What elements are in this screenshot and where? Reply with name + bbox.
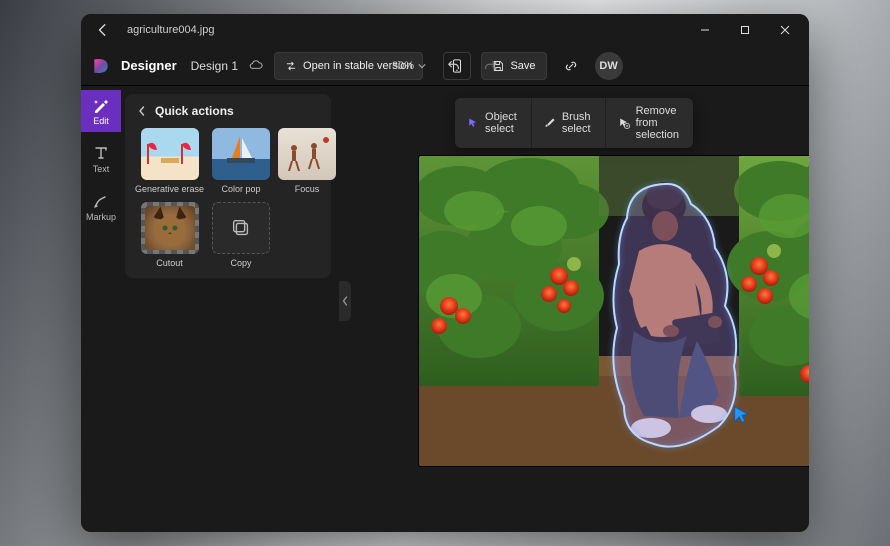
quick-actions-card: Quick actions Generative erase Color pop [125, 94, 331, 278]
swap-icon [285, 60, 297, 72]
window-close-button[interactable] [765, 14, 805, 46]
canvas-area: Object select Brush select Remove from s… [339, 86, 809, 532]
cursor-icon [467, 116, 479, 130]
undo-icon [447, 59, 461, 73]
chevron-left-icon [342, 296, 348, 306]
titlebar: agriculture004.jpg [81, 14, 809, 46]
chevron-down-icon [418, 62, 426, 70]
undo-button[interactable] [440, 52, 468, 80]
quick-actions-title: Quick actions [155, 104, 234, 118]
brush-select-label: Brush select [562, 111, 593, 135]
text-icon [92, 144, 110, 162]
brush-icon [544, 116, 556, 130]
sparkle-edit-icon [92, 96, 110, 114]
thumb-focus [278, 128, 336, 180]
rail-text-label: Text [93, 164, 110, 174]
selection-toolbar: Object select Brush select Remove from s… [455, 98, 693, 148]
main-toolbar: Designer Design 1 Open in stable version… [81, 46, 809, 86]
chevron-left-icon [135, 104, 149, 118]
app-name: Designer [121, 58, 177, 73]
designer-logo-icon [91, 56, 111, 76]
tile-cutout-label: Cutout [156, 258, 183, 268]
save-label: Save [510, 60, 535, 72]
rail-markup-label: Markup [86, 212, 116, 222]
left-rail: Edit Text Markup [81, 86, 121, 532]
tile-color-pop-label: Color pop [222, 184, 261, 194]
avatar-initials: DW [599, 60, 617, 72]
canvas-image[interactable] [419, 156, 809, 466]
user-avatar[interactable]: DW [595, 52, 623, 80]
link-icon [564, 59, 578, 73]
app-window: agriculture004.jpg Designer Design 1 Ope… [81, 14, 809, 532]
redo-icon [483, 59, 497, 73]
tile-focus-label: Focus [295, 184, 320, 194]
object-select-button[interactable]: Object select [455, 98, 532, 148]
markup-icon [92, 192, 110, 210]
rail-edit-label: Edit [93, 116, 109, 126]
window-maximize-button[interactable] [725, 14, 765, 46]
tile-color-pop[interactable]: Color pop [212, 128, 270, 194]
tile-copy-label: Copy [231, 258, 252, 268]
thumb-color-pop [212, 128, 270, 180]
quick-actions-grid: Generative erase Color pop Focus [135, 128, 321, 268]
rail-markup[interactable]: Markup [81, 186, 121, 228]
share-link-button[interactable] [557, 52, 585, 80]
zoom-value: 30% [392, 60, 414, 72]
rail-edit[interactable]: Edit [81, 90, 121, 132]
brush-select-button[interactable]: Brush select [532, 98, 606, 148]
panel-collapse-handle[interactable] [339, 281, 351, 321]
app-logo [91, 56, 111, 76]
quick-actions-panel: Quick actions Generative erase Color pop [121, 86, 339, 532]
tile-cutout[interactable]: Cutout [135, 202, 204, 268]
toolbar-center: 30% [386, 52, 504, 80]
thumb-generative-erase [141, 128, 199, 180]
window-minimize-button[interactable] [685, 14, 725, 46]
remove-selection-icon [618, 116, 630, 130]
tile-generative-erase-label: Generative erase [135, 184, 204, 194]
thumb-cutout [141, 202, 199, 254]
app-body: Edit Text Markup [81, 86, 809, 532]
remove-selection-label: Remove from selection [636, 105, 681, 141]
maximize-icon [740, 25, 750, 35]
rail-text[interactable]: Text [81, 138, 121, 180]
selection-cursor-icon [731, 404, 753, 426]
tile-generative-erase[interactable]: Generative erase [135, 128, 204, 194]
remove-selection-button[interactable]: Remove from selection [606, 98, 693, 148]
thumb-copy [212, 202, 270, 254]
back-button[interactable] [89, 16, 117, 44]
zoom-control[interactable]: 30% [386, 56, 432, 76]
filename-label: agriculture004.jpg [127, 24, 214, 36]
cloud-sync-icon[interactable] [248, 58, 264, 74]
design-name[interactable]: Design 1 [191, 59, 238, 73]
quick-actions-header[interactable]: Quick actions [135, 104, 321, 118]
copy-icon [230, 217, 252, 239]
object-select-label: Object select [485, 111, 519, 135]
minimize-icon [700, 25, 710, 35]
arrow-left-icon [96, 23, 110, 37]
close-icon [780, 25, 790, 35]
redo-button[interactable] [476, 52, 504, 80]
tile-focus[interactable]: Focus [278, 128, 336, 194]
tile-copy[interactable]: Copy [212, 202, 270, 268]
